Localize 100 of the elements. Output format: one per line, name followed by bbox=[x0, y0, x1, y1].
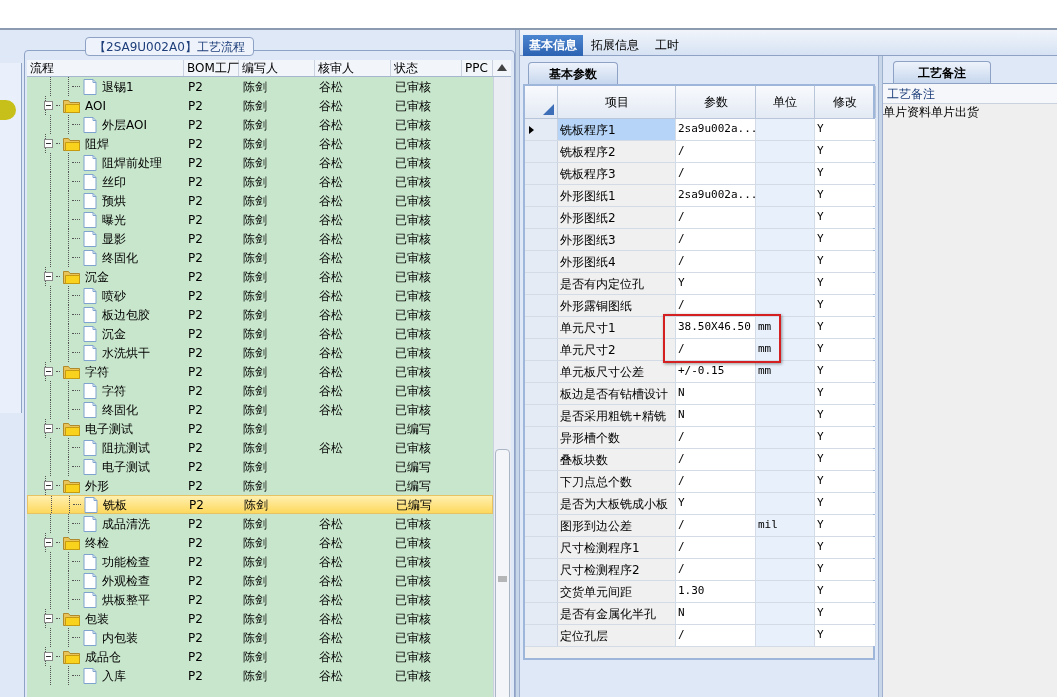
table-cell[interactable] bbox=[756, 251, 815, 272]
table-cell[interactable]: Y bbox=[815, 427, 876, 448]
table-cell[interactable]: 尺寸检测程序2 bbox=[558, 559, 676, 580]
tree-row[interactable]: 成品清洗 P2 陈剑 谷松 已审核 bbox=[27, 514, 493, 533]
column-header[interactable]: 修改 bbox=[815, 86, 876, 118]
table-cell[interactable]: Y bbox=[815, 207, 876, 228]
table-cell[interactable]: / bbox=[676, 251, 756, 272]
table-cell[interactable]: 是否有内定位孔 bbox=[558, 273, 676, 294]
table-cell[interactable] bbox=[756, 185, 815, 206]
table-cell[interactable]: Y bbox=[815, 383, 876, 404]
table-cell[interactable]: Y bbox=[676, 493, 756, 514]
tree-row[interactable]: 成品仓 P2 陈剑 谷松 已审核 bbox=[27, 647, 493, 666]
table-cell[interactable]: Y bbox=[815, 361, 876, 382]
table-cell[interactable] bbox=[756, 141, 815, 162]
column-header[interactable]: PPC bbox=[462, 60, 493, 76]
tree-row[interactable]: 入库 P2 陈剑 谷松 已审核 bbox=[27, 666, 493, 685]
table-cell[interactable] bbox=[756, 273, 815, 294]
table-cell[interactable] bbox=[756, 625, 815, 646]
tree-row[interactable]: 阻焊 P2 陈剑 谷松 已审核 bbox=[27, 134, 493, 153]
tree-row[interactable]: 板边包胶 P2 陈剑 谷松 已审核 bbox=[27, 305, 493, 324]
table-cell[interactable]: 下刀点总个数 bbox=[558, 471, 676, 492]
table-cell[interactable]: / bbox=[676, 559, 756, 580]
tree-row[interactable]: 丝印 P2 陈剑 谷松 已审核 bbox=[27, 172, 493, 191]
table-cell[interactable]: / bbox=[676, 427, 756, 448]
collapse-icon[interactable] bbox=[44, 481, 53, 490]
table-cell[interactable] bbox=[756, 207, 815, 228]
table-cell[interactable] bbox=[756, 163, 815, 184]
table-cell[interactable]: Y bbox=[815, 581, 876, 602]
table-cell[interactable] bbox=[756, 603, 815, 624]
table-cell[interactable]: Y bbox=[815, 119, 876, 140]
table-cell[interactable]: 外形图纸3 bbox=[558, 229, 676, 250]
table-cell[interactable] bbox=[756, 559, 815, 580]
table-cell[interactable]: Y bbox=[815, 185, 876, 206]
tree-row[interactable]: 终固化 P2 陈剑 谷松 已审核 bbox=[27, 400, 493, 419]
collapse-icon[interactable] bbox=[44, 614, 53, 623]
scroll-up-icon[interactable] bbox=[497, 64, 507, 71]
table-cell[interactable] bbox=[756, 295, 815, 316]
tab[interactable]: 工时 bbox=[647, 35, 687, 56]
table-cell[interactable]: Y bbox=[815, 317, 876, 338]
tab[interactable]: 基本参数 bbox=[528, 62, 618, 84]
table-cell[interactable]: / bbox=[676, 449, 756, 470]
table-cell[interactable] bbox=[756, 581, 815, 602]
table-cell[interactable]: Y bbox=[815, 229, 876, 250]
collapse-icon[interactable] bbox=[44, 272, 53, 281]
tree-row[interactable]: 包装 P2 陈剑 谷松 已审核 bbox=[27, 609, 493, 628]
table-cell[interactable]: 铣板程序1 bbox=[558, 119, 676, 140]
table-cell[interactable]: +/-0.15 bbox=[676, 361, 756, 382]
table-cell[interactable]: 2sa9u002a... bbox=[676, 185, 756, 206]
tree-row[interactable]: 水洗烘干 P2 陈剑 谷松 已审核 bbox=[27, 343, 493, 362]
table-cell[interactable]: Y bbox=[815, 339, 876, 360]
table-cell[interactable]: Y bbox=[815, 273, 876, 294]
column-header[interactable]: 项目 bbox=[558, 86, 676, 118]
tree-row[interactable]: 退锡1 P2 陈剑 谷松 已审核 bbox=[27, 77, 493, 96]
scrollbar-thumb[interactable] bbox=[495, 449, 510, 697]
tree-row[interactable]: 内包装 P2 陈剑 谷松 已审核 bbox=[27, 628, 493, 647]
tree-row[interactable]: 阻焊前处理 P2 陈剑 谷松 已审核 bbox=[27, 153, 493, 172]
table-cell[interactable] bbox=[756, 383, 815, 404]
collapse-icon[interactable] bbox=[44, 367, 53, 376]
table-cell[interactable] bbox=[756, 471, 815, 492]
table-cell[interactable]: / bbox=[676, 339, 756, 360]
tree-row[interactable]: 喷砂 P2 陈剑 谷松 已审核 bbox=[27, 286, 493, 305]
collapse-icon[interactable] bbox=[44, 538, 53, 547]
table-cell[interactable]: Y bbox=[815, 449, 876, 470]
table-cell[interactable]: / bbox=[676, 515, 756, 536]
table-cell[interactable]: 定位孔层 bbox=[558, 625, 676, 646]
table-cell[interactable] bbox=[756, 537, 815, 558]
table-cell[interactable] bbox=[756, 427, 815, 448]
tree-row[interactable]: 阻抗测试 P2 陈剑 谷松 已审核 bbox=[27, 438, 493, 457]
table-cell[interactable]: 是否为大板铣成小板 bbox=[558, 493, 676, 514]
table-cell[interactable]: Y bbox=[815, 163, 876, 184]
column-header[interactable]: 流程 bbox=[27, 60, 184, 76]
table-cell[interactable]: 铣板程序2 bbox=[558, 141, 676, 162]
table-cell[interactable]: 外形图纸1 bbox=[558, 185, 676, 206]
tree-row[interactable]: 功能检查 P2 陈剑 谷松 已审核 bbox=[27, 552, 493, 571]
tree-row[interactable]: 电子测试 P2 陈剑 已编写 bbox=[27, 419, 493, 438]
tree-row[interactable]: 显影 P2 陈剑 谷松 已审核 bbox=[27, 229, 493, 248]
tree-row[interactable]: 预烘 P2 陈剑 谷松 已审核 bbox=[27, 191, 493, 210]
column-header[interactable]: 参数 bbox=[676, 86, 756, 118]
table-cell[interactable]: Y bbox=[815, 471, 876, 492]
column-header[interactable]: 核审人 bbox=[315, 60, 391, 76]
table-cell[interactable]: Y bbox=[815, 295, 876, 316]
table-cell[interactable]: Y bbox=[815, 625, 876, 646]
table-cell[interactable]: mm bbox=[756, 361, 815, 382]
table-cell[interactable] bbox=[756, 493, 815, 514]
column-header[interactable]: 编写人 bbox=[239, 60, 315, 76]
table-cell[interactable]: 外形图纸2 bbox=[558, 207, 676, 228]
column-header[interactable]: BOM工厂 bbox=[184, 60, 239, 76]
table-cell[interactable]: mil bbox=[756, 515, 815, 536]
table-cell[interactable]: 38.50X46.50 bbox=[676, 317, 756, 338]
tree-row[interactable]: 字符 P2 陈剑 谷松 已审核 bbox=[27, 362, 493, 381]
table-cell[interactable] bbox=[756, 119, 815, 140]
table-cell[interactable]: 板边是否有钻槽设计 bbox=[558, 383, 676, 404]
table-cell[interactable]: 是否有金属化半孔 bbox=[558, 603, 676, 624]
tree-row[interactable]: 外层AOI P2 陈剑 谷松 已审核 bbox=[27, 115, 493, 134]
collapse-icon[interactable] bbox=[44, 139, 53, 148]
tree-row[interactable]: 字符 P2 陈剑 谷松 已审核 bbox=[27, 381, 493, 400]
table-cell[interactable]: Y bbox=[815, 251, 876, 272]
tab[interactable]: 拓展信息 bbox=[583, 35, 647, 56]
table-cell[interactable]: / bbox=[676, 295, 756, 316]
table-cell[interactable]: 图形到边公差 bbox=[558, 515, 676, 536]
